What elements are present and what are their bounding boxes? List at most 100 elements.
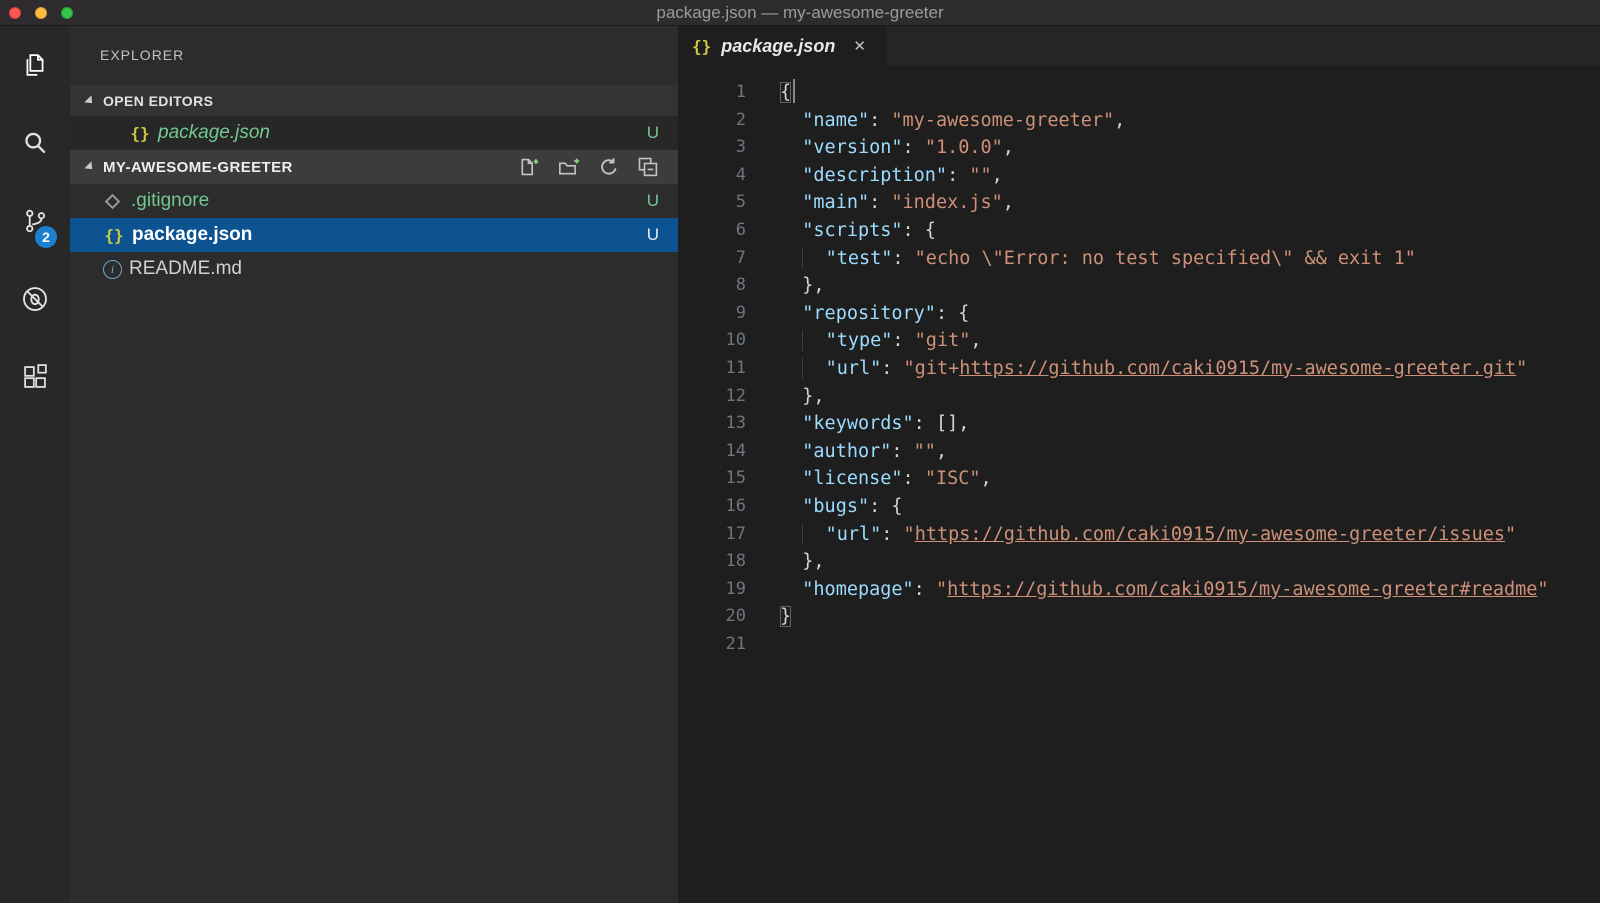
git-status-badge: U	[647, 225, 659, 245]
code-line[interactable]: },	[780, 383, 1549, 411]
workbench: 2	[0, 26, 1600, 903]
line-number: 21	[678, 631, 746, 659]
code-line[interactable]: "version": "1.0.0",	[780, 134, 1549, 162]
vscode-window: package.json — my-awesome-greeter	[0, 0, 1600, 903]
line-number: 16	[678, 493, 746, 521]
code-line[interactable]: "name": "my-awesome-greeter",	[780, 107, 1549, 135]
line-number: 15	[678, 465, 746, 493]
code-line[interactable]: "author": "",	[780, 438, 1549, 466]
new-folder-button[interactable]	[558, 157, 580, 177]
folder-actions	[518, 157, 678, 177]
code-line[interactable]: "scripts": {	[780, 217, 1549, 245]
gitignore-icon	[105, 193, 121, 209]
tab-package-json[interactable]: {} package.json ✕	[678, 26, 886, 66]
activity-bar: 2	[0, 26, 70, 903]
code-line[interactable]	[780, 631, 1549, 659]
line-number: 3	[678, 134, 746, 162]
refresh-icon	[599, 157, 619, 177]
new-folder-icon	[558, 157, 580, 177]
json-icon: {}	[103, 226, 125, 245]
sidebar-explorer: EXPLORER OPEN EDITORS {} package.json U …	[70, 26, 678, 903]
code-line[interactable]: "keywords": [],	[780, 410, 1549, 438]
editor-group: {} package.json ✕ 1234567891011121314151…	[678, 26, 1600, 903]
line-number: 4	[678, 162, 746, 190]
folder-header[interactable]: MY-AWESOME-GREETER	[70, 150, 678, 184]
file-name: .gitignore	[131, 190, 209, 212]
code-editor[interactable]: 123456789101112131415161718192021 { "nam…	[678, 66, 1600, 903]
git-status-badge: U	[647, 191, 659, 211]
line-number: 6	[678, 217, 746, 245]
titlebar: package.json — my-awesome-greeter	[0, 0, 1600, 26]
code-line[interactable]: "url": "https://github.com/caki0915/my-a…	[780, 521, 1549, 549]
code-line[interactable]: }	[780, 603, 1549, 631]
refresh-button[interactable]	[599, 157, 619, 177]
code-lines[interactable]: { "name": "my-awesome-greeter", "version…	[780, 79, 1549, 903]
search-icon	[21, 129, 49, 157]
new-file-icon	[518, 157, 539, 177]
code-line[interactable]: "type": "git",	[780, 327, 1549, 355]
line-number: 17	[678, 521, 746, 549]
tab-label: package.json	[721, 36, 835, 57]
line-number: 20	[678, 603, 746, 631]
code-line[interactable]: "homepage": "https://github.com/caki0915…	[780, 576, 1549, 604]
line-number: 2	[678, 107, 746, 135]
code-line[interactable]: {	[780, 79, 1549, 107]
file-row-package-json[interactable]: {} package.json U	[70, 218, 678, 252]
activity-debug[interactable]	[0, 260, 70, 338]
line-number: 12	[678, 383, 746, 411]
zoom-window-button[interactable]	[61, 7, 73, 19]
chevron-expanded-icon	[84, 161, 95, 172]
code-line[interactable]: "main": "index.js",	[780, 189, 1549, 217]
line-number: 14	[678, 438, 746, 466]
minimize-window-button[interactable]	[35, 7, 47, 19]
files-icon	[21, 51, 49, 79]
line-number: 1	[678, 79, 746, 107]
file-name: README.md	[129, 258, 242, 280]
line-number: 8	[678, 272, 746, 300]
open-editor-package-json[interactable]: {} package.json U	[70, 116, 678, 150]
activity-explorer[interactable]	[0, 26, 70, 104]
scm-count-badge: 2	[35, 226, 57, 248]
collapse-all-icon	[638, 157, 658, 177]
file-name: package.json	[132, 224, 252, 246]
code-line[interactable]: "repository": {	[780, 300, 1549, 328]
new-file-button[interactable]	[518, 157, 539, 177]
code-line[interactable]: "license": "ISC",	[780, 465, 1549, 493]
window-title: package.json — my-awesome-greeter	[0, 0, 1600, 25]
gutter: 123456789101112131415161718192021	[678, 79, 746, 903]
folder-name-label: MY-AWESOME-GREETER	[103, 159, 293, 176]
code-line[interactable]: "bugs": {	[780, 493, 1549, 521]
code-line[interactable]: "url": "git+https://github.com/caki0915/…	[780, 355, 1549, 383]
activity-extensions[interactable]	[0, 338, 70, 416]
line-number: 10	[678, 327, 746, 355]
code-line[interactable]: },	[780, 548, 1549, 576]
line-number: 13	[678, 410, 746, 438]
info-icon: i	[103, 260, 122, 279]
chevron-expanded-icon	[84, 95, 95, 106]
line-number: 19	[678, 576, 746, 604]
close-window-button[interactable]	[9, 7, 21, 19]
json-icon: {}	[129, 124, 151, 143]
file-row-readme[interactable]: i README.md	[70, 252, 678, 286]
code-line[interactable]: "test": "echo \"Error: no test specified…	[780, 245, 1549, 273]
code-line[interactable]: },	[780, 272, 1549, 300]
collapse-all-button[interactable]	[638, 157, 658, 177]
sidebar-title: EXPLORER	[70, 26, 678, 85]
line-number: 11	[678, 355, 746, 383]
line-number: 9	[678, 300, 746, 328]
debug-icon	[20, 284, 50, 314]
activity-source-control[interactable]: 2	[0, 182, 70, 260]
code-line[interactable]: "description": "",	[780, 162, 1549, 190]
close-tab-button[interactable]: ✕	[853, 37, 866, 55]
extensions-icon	[21, 363, 49, 391]
open-editors-header[interactable]: OPEN EDITORS	[70, 85, 678, 116]
line-number: 18	[678, 548, 746, 576]
line-number: 5	[678, 189, 746, 217]
line-number: 7	[678, 245, 746, 273]
open-editor-name: package.json	[158, 122, 270, 144]
activity-search[interactable]	[0, 104, 70, 182]
json-icon: {}	[692, 37, 711, 56]
traffic-lights	[9, 7, 73, 19]
open-editors-label: OPEN EDITORS	[103, 93, 213, 109]
file-row-gitignore[interactable]: .gitignore U	[70, 184, 678, 218]
